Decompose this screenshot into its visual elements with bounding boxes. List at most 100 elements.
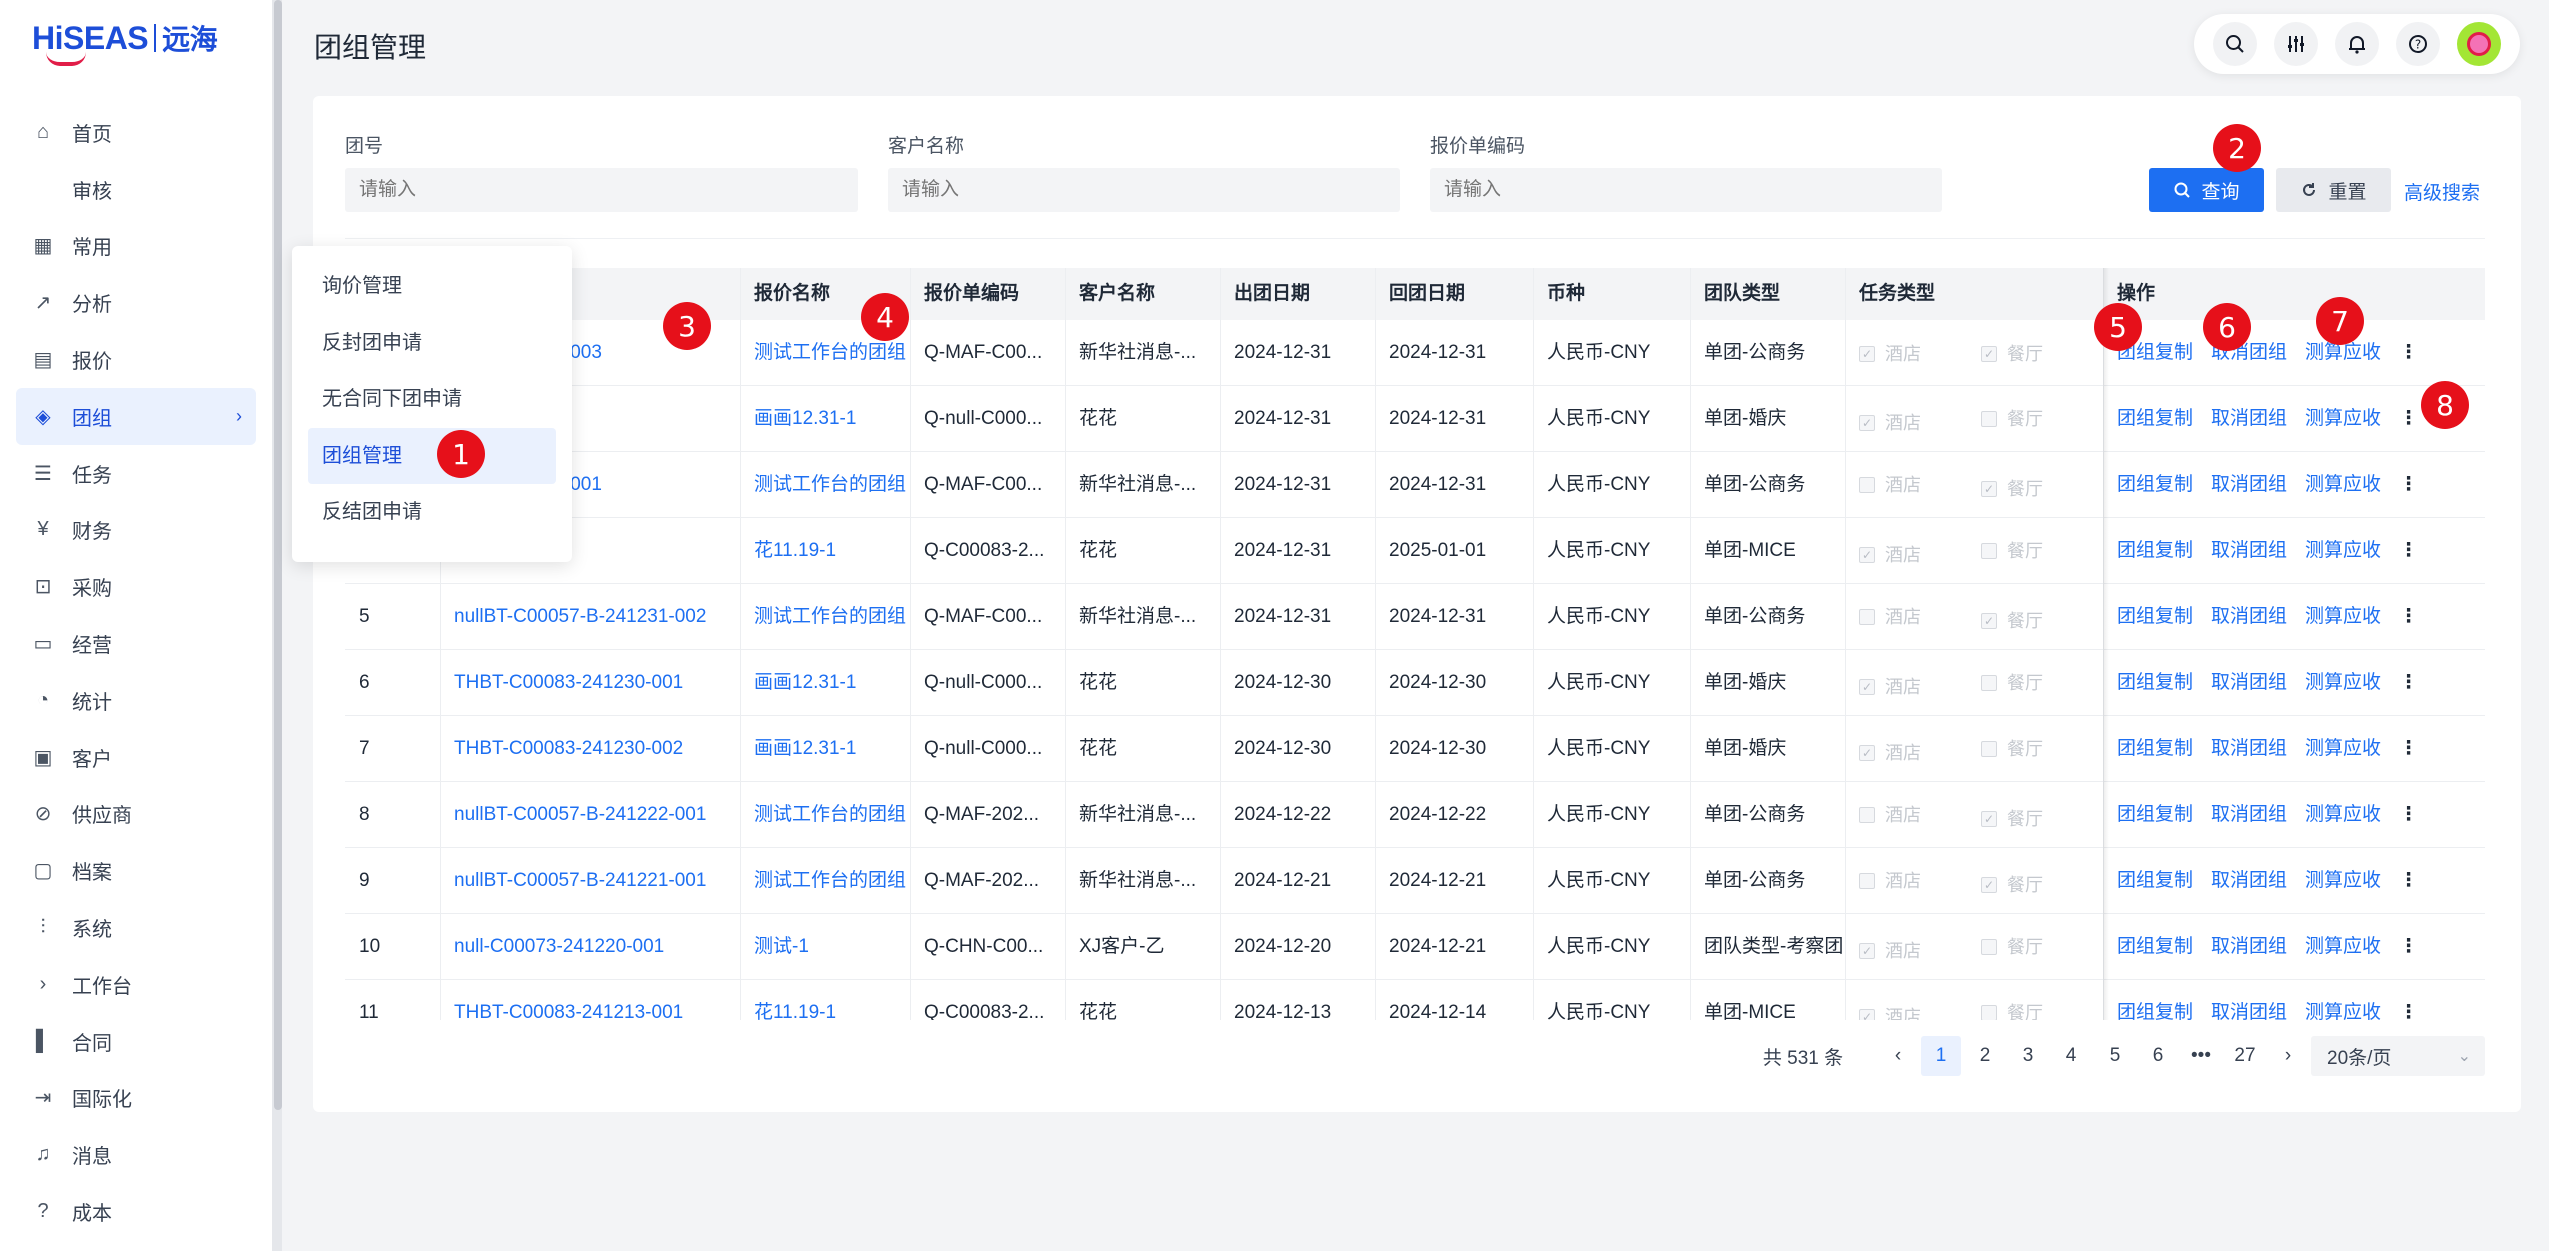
- sidebar-item[interactable]: › 工作台: [16, 956, 256, 1013]
- more-icon[interactable]: ⋮: [2399, 1002, 2418, 1020]
- sidebar-item[interactable]: ¥ 财务: [16, 502, 256, 559]
- copy-group-link[interactable]: 团组复制: [2117, 1002, 2193, 1020]
- sidebar-item[interactable]: ▦ 常用: [16, 218, 256, 275]
- calc-receivable-link[interactable]: 测算应收: [2305, 342, 2381, 363]
- calc-receivable-link[interactable]: 测算应收: [2305, 1002, 2381, 1020]
- cancel-group-link[interactable]: 取消团组: [2211, 474, 2287, 495]
- restaurant-checkbox[interactable]: 餐厅: [1981, 518, 2043, 584]
- cell-group[interactable]: THBT-C00083-241213-001: [440, 980, 740, 1020]
- hotel-checkbox[interactable]: 酒店: [1859, 848, 1921, 914]
- hotel-checkbox[interactable]: 酒店: [1859, 584, 1921, 650]
- cancel-group-link[interactable]: 取消团组: [2211, 672, 2287, 693]
- page-button[interactable]: •••: [2181, 1036, 2221, 1076]
- next-page-button[interactable]: ›: [2268, 1036, 2308, 1076]
- cell-group[interactable]: nullBT-C00057-B-241222-001: [440, 782, 740, 848]
- more-icon[interactable]: ⋮: [2399, 540, 2418, 561]
- restaurant-checkbox[interactable]: ✓ 餐厅: [1981, 852, 2043, 914]
- restaurant-checkbox[interactable]: ✓ 餐厅: [1981, 786, 2043, 848]
- cell-group[interactable]: nullBT-C00057-B-241231-002: [440, 584, 740, 650]
- more-icon[interactable]: ⋮: [2399, 342, 2418, 363]
- sidebar-scrollbar[interactable]: [274, 0, 282, 1110]
- more-icon[interactable]: ⋮: [2399, 408, 2418, 429]
- cell-quote[interactable]: 测试工作台的团组: [740, 584, 910, 650]
- page-button[interactable]: 5: [2095, 1036, 2135, 1076]
- calc-receivable-link[interactable]: 测算应收: [2305, 606, 2381, 627]
- hotel-checkbox[interactable]: ✓ 酒店: [1859, 720, 1921, 782]
- hotel-checkbox[interactable]: ✓ 酒店: [1859, 390, 1921, 452]
- page-button[interactable]: 27: [2225, 1036, 2265, 1076]
- app-logo[interactable]: HiSEAS 远海: [32, 18, 218, 66]
- cell-quote[interactable]: 测试工作台的团组: [740, 848, 910, 914]
- page-size-select[interactable]: 20条/页 ⌄: [2311, 1036, 2485, 1076]
- hotel-checkbox[interactable]: 酒店: [1859, 782, 1921, 848]
- restaurant-checkbox[interactable]: 餐厅: [1981, 386, 2043, 452]
- cancel-group-link[interactable]: 取消团组: [2211, 1002, 2287, 1020]
- sidebar-item[interactable]: ▭ 经营: [16, 615, 256, 672]
- page-button[interactable]: 6: [2138, 1036, 2178, 1076]
- sidebar-item[interactable]: ☰ 任务: [16, 445, 256, 502]
- cancel-group-link[interactable]: 取消团组: [2211, 804, 2287, 825]
- cell-quote[interactable]: 花11.19-1: [740, 518, 910, 584]
- copy-group-link[interactable]: 团组复制: [2117, 804, 2193, 825]
- calc-receivable-link[interactable]: 测算应收: [2305, 408, 2381, 429]
- calc-receivable-link[interactable]: 测算应收: [2305, 474, 2381, 495]
- sidebar-item[interactable]: ◔ 统计: [16, 672, 256, 729]
- cell-group[interactable]: null-C00073-241220-001: [440, 914, 740, 980]
- page-button[interactable]: 3: [2008, 1036, 2048, 1076]
- copy-group-link[interactable]: 团组复制: [2117, 408, 2193, 429]
- more-icon[interactable]: ⋮: [2399, 870, 2418, 891]
- restaurant-checkbox[interactable]: ✓ 餐厅: [1981, 456, 2043, 518]
- sidebar-item[interactable]: ⌂ 首页: [16, 104, 256, 161]
- calc-receivable-link[interactable]: 测算应收: [2305, 936, 2381, 957]
- sidebar-item[interactable]: ▌ 合同: [16, 1013, 256, 1070]
- sidebar-item[interactable]: ⊘ 供应商: [16, 786, 256, 843]
- submenu-item[interactable]: 团组管理: [308, 427, 556, 484]
- submenu-item[interactable]: 反封团申请: [308, 315, 556, 372]
- cell-quote[interactable]: 花11.19-1: [740, 980, 910, 1020]
- page-button[interactable]: 2: [1965, 1036, 2005, 1076]
- search-icon[interactable]: [2212, 22, 2257, 66]
- restaurant-checkbox[interactable]: ✓ 餐厅: [1981, 588, 2043, 650]
- copy-group-link[interactable]: 团组复制: [2117, 672, 2193, 693]
- page-button[interactable]: 1: [1921, 1036, 1961, 1076]
- cancel-group-link[interactable]: 取消团组: [2211, 936, 2287, 957]
- calc-receivable-link[interactable]: 测算应收: [2305, 672, 2381, 693]
- advanced-search-link[interactable]: 高级搜索: [2404, 178, 2480, 205]
- more-icon[interactable]: ⋮: [2399, 738, 2418, 759]
- calc-receivable-link[interactable]: 测算应收: [2305, 738, 2381, 759]
- page-button[interactable]: 4: [2051, 1036, 2091, 1076]
- sidebar-item[interactable]: ♫ 消息: [16, 1126, 256, 1183]
- hotel-checkbox[interactable]: 酒店: [1859, 452, 1921, 518]
- hotel-checkbox[interactable]: ✓ 酒店: [1859, 984, 1921, 1020]
- customer-name-input[interactable]: [888, 168, 1400, 212]
- copy-group-link[interactable]: 团组复制: [2117, 540, 2193, 561]
- cancel-group-link[interactable]: 取消团组: [2211, 540, 2287, 561]
- settings-sliders-icon[interactable]: [2273, 22, 2318, 66]
- restaurant-checkbox[interactable]: 餐厅: [1981, 650, 2043, 716]
- quote-code-input[interactable]: [1430, 168, 1942, 212]
- copy-group-link[interactable]: 团组复制: [2117, 606, 2193, 627]
- sidebar-item[interactable]: 审核: [16, 161, 256, 218]
- more-icon[interactable]: ⋮: [2399, 672, 2418, 693]
- copy-group-link[interactable]: 团组复制: [2117, 474, 2193, 495]
- more-icon[interactable]: ⋮: [2399, 804, 2418, 825]
- restaurant-checkbox[interactable]: ✓ 餐厅: [1981, 321, 2043, 386]
- copy-group-link[interactable]: 团组复制: [2117, 870, 2193, 891]
- sidebar-item[interactable]: ? 成本: [16, 1183, 256, 1240]
- sidebar-item[interactable]: ▣ 客户: [16, 729, 256, 786]
- sidebar-item[interactable]: ◈ 团组 ›: [16, 387, 256, 445]
- more-icon[interactable]: ⋮: [2399, 474, 2418, 495]
- cell-quote[interactable]: 测试-1: [740, 914, 910, 980]
- sidebar-item[interactable]: ▤ 报价: [16, 331, 256, 388]
- cancel-group-link[interactable]: 取消团组: [2211, 408, 2287, 429]
- restaurant-checkbox[interactable]: 餐厅: [1981, 980, 2043, 1020]
- cell-quote[interactable]: 测试工作台的团组: [740, 782, 910, 848]
- more-icon[interactable]: ⋮: [2399, 936, 2418, 957]
- cell-quote[interactable]: 画画12.31-1: [740, 650, 910, 716]
- more-icon[interactable]: ⋮: [2399, 606, 2418, 627]
- prev-page-button[interactable]: ‹: [1878, 1036, 1918, 1076]
- submenu-item[interactable]: 无合同下团申请: [308, 371, 556, 428]
- hotel-checkbox[interactable]: ✓ 酒店: [1859, 654, 1921, 716]
- cell-group[interactable]: nullBT-C00057-B-241221-001: [440, 848, 740, 914]
- cancel-group-link[interactable]: 取消团组: [2211, 606, 2287, 627]
